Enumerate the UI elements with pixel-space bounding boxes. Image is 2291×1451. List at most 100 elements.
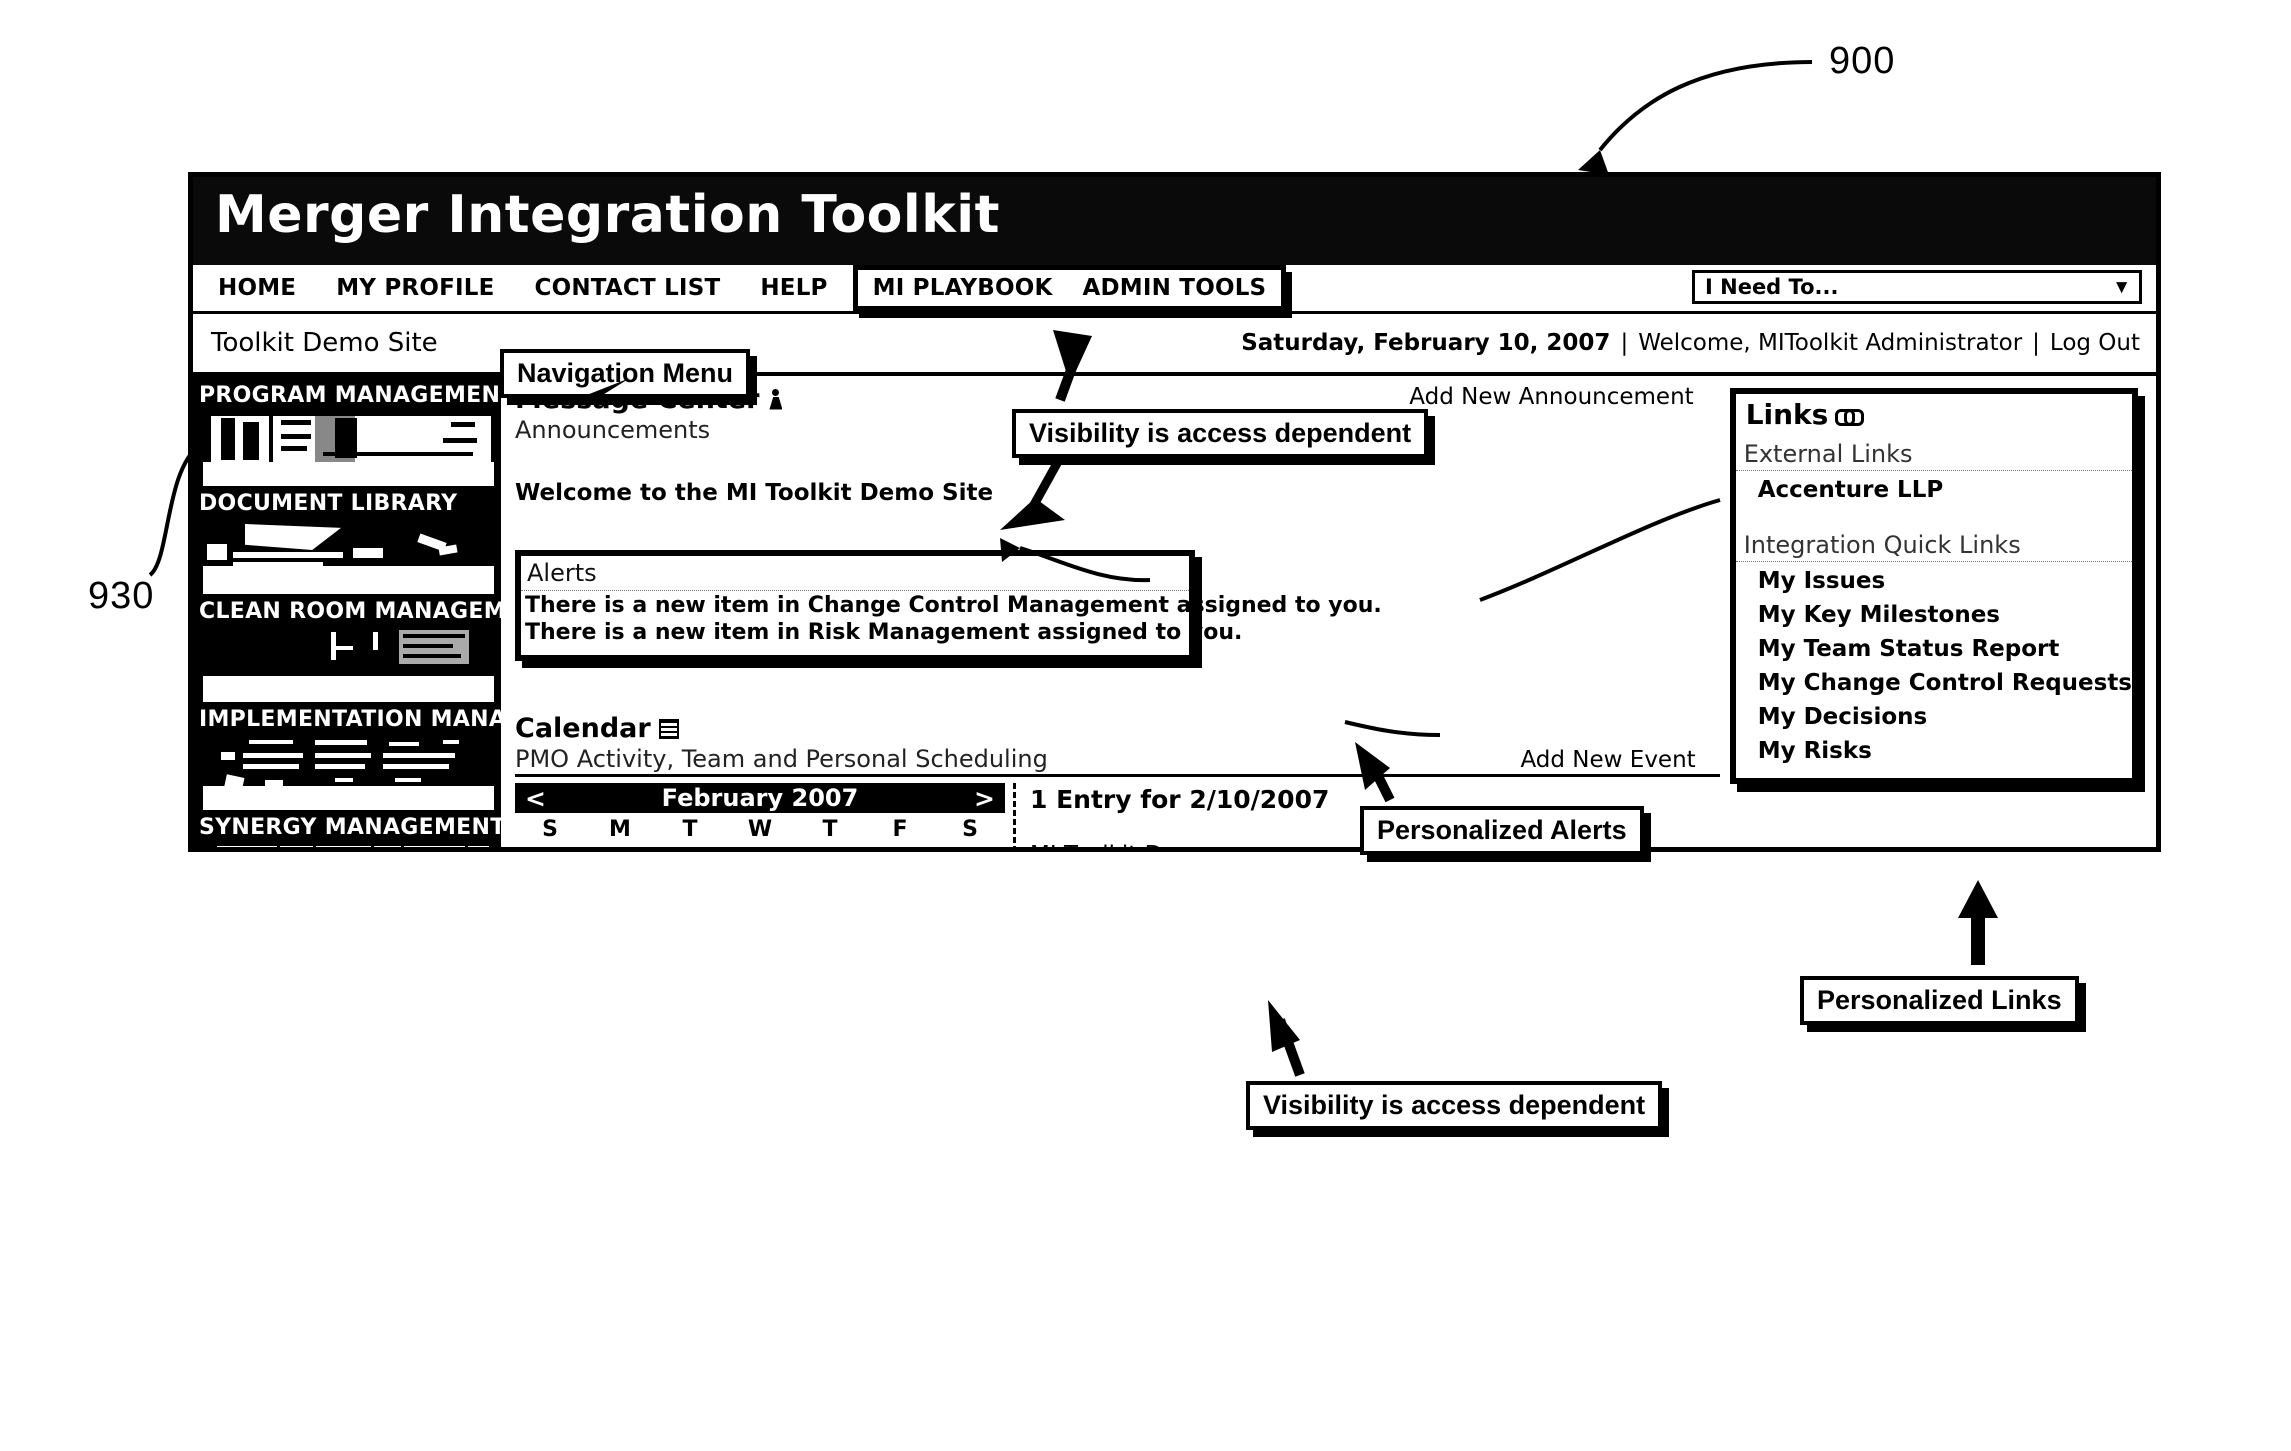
calendar-subheader: PMO Activity, Team and Personal Scheduli…: [515, 744, 1720, 777]
nav-item-my-profile[interactable]: MY PROFILE: [321, 265, 509, 311]
sidebar-item-program-management[interactable]: PROGRAM MANAGEMENT: [193, 380, 516, 486]
i-need-to-dropdown[interactable]: I Need To... ▼: [1692, 270, 2142, 304]
add-new-event-link[interactable]: Add New Event: [1520, 747, 1695, 773]
callout-navigation-menu: Navigation Menu: [500, 349, 751, 399]
sidebar-item-clean-room-management[interactable]: CLEAN ROOM MANAGEMENT: [193, 596, 556, 702]
calendar-week-row: 1 2 3: [515, 844, 1005, 847]
sidebar-label: PROGRAM MANAGEMENT: [199, 383, 516, 408]
alerts-panel: Alerts There is a new item in Change Con…: [515, 550, 1382, 661]
message-center-subtitle: Announcements: [515, 416, 711, 444]
nav-restricted-group: MI PLAYBOOK ADMIN TOOLS: [852, 265, 1287, 311]
calendar-next-month-button[interactable]: >: [974, 786, 995, 811]
sidebar-item-document-library[interactable]: DOCUMENT LIBRARY: [193, 488, 498, 594]
link-item-my-change-control-requests[interactable]: My Change Control Requests: [1736, 664, 2132, 698]
sidebar-item-implementation-management[interactable]: IMPLEMENTATION MANAGEMENT: [193, 704, 612, 810]
sidebar-thumbnail-document-library: [203, 520, 494, 594]
links-panel: Links External Links Accenture LLP Integ…: [1729, 388, 2138, 784]
link-item-my-key-milestones[interactable]: My Key Milestones: [1736, 596, 2132, 630]
refnum-900: 900: [1829, 40, 1896, 82]
weekday-sun: S: [542, 817, 558, 842]
sidebar-label: CLEAN ROOM MANAGEMENT: [199, 599, 556, 624]
weekday-thu: T: [822, 817, 838, 842]
sidebar-thumbnail-clean-room-management: [203, 628, 494, 702]
weekday-tue: T: [682, 817, 698, 842]
calendar-weekday-row: S M T W T F S: [515, 813, 1005, 844]
sidebar-label: DOCUMENT LIBRARY: [199, 491, 458, 516]
right-column: Links External Links Accenture LLP Integ…: [1720, 376, 2156, 847]
alert-item[interactable]: There is a new item in Change Control Ma…: [521, 591, 1382, 618]
alerts-title: Alerts: [521, 559, 1189, 591]
links-title-row: Links: [1736, 396, 2132, 434]
nav-item-contact-list[interactable]: CONTACT LIST: [520, 265, 736, 311]
calendar-title: Calendar: [515, 713, 651, 744]
message-person-icon: [767, 388, 785, 411]
weekday-fri: F: [892, 817, 908, 842]
welcome-text: Welcome, MIToolkit Administrator: [1638, 330, 2023, 356]
calendar-day[interactable]: [725, 844, 795, 847]
navigation-menu: HOME MY PROFILE CONTACT LIST HELP MI PLA…: [193, 265, 2156, 314]
calendar-title-row: Calendar: [515, 713, 679, 744]
sidebar-thumbnail-synergy-management: [203, 844, 494, 847]
links-group-external-heading: External Links: [1735, 434, 2132, 471]
current-date: Saturday, February 10, 2007: [1241, 330, 1611, 356]
nav-item-home[interactable]: HOME: [203, 265, 311, 311]
calendar-grid-icon: [658, 718, 679, 739]
calendar-prev-month-button[interactable]: <: [525, 786, 546, 811]
calendar-month-bar: < February 2007 >: [515, 783, 1005, 813]
masthead: Merger Integration Toolkit: [193, 177, 2156, 265]
calendar-day[interactable]: 3: [935, 844, 1005, 847]
weekday-sat: S: [962, 817, 978, 842]
chevron-down-icon: ▼: [2112, 276, 2131, 298]
link-item-accenture-llp[interactable]: Accenture LLP: [1736, 471, 2132, 505]
nav-item-admin-tools[interactable]: ADMIN TOOLS: [1068, 270, 1282, 306]
callout-visibility-access-calendar: Visibility is access dependent: [1246, 1081, 1663, 1131]
nav-item-mi-playbook[interactable]: MI PLAYBOOK: [858, 270, 1068, 306]
sub-header: Toolkit Demo Site Saturday, February 10,…: [193, 314, 2156, 376]
link-item-my-issues[interactable]: My Issues: [1736, 562, 2132, 596]
site-name: Toolkit Demo Site: [211, 328, 438, 358]
user-bar: Saturday, February 10, 2007 | Welcome, M…: [1241, 330, 2140, 356]
calendar-day[interactable]: [515, 844, 585, 847]
refnum-930: 930: [88, 575, 155, 617]
weekday-mon: M: [609, 817, 631, 842]
calendar-entry-item[interactable]: MI Toolkit Demo: [1030, 842, 1329, 847]
alert-item[interactable]: There is a new item in Risk Management a…: [521, 618, 1242, 645]
link-item-my-decisions[interactable]: My Decisions: [1736, 698, 2132, 732]
calendar-day[interactable]: [585, 844, 655, 847]
calendar-entries-title: 1 Entry for 2/10/2007: [1030, 785, 1330, 814]
add-new-announcement-link[interactable]: Add New Announcement: [1409, 384, 1693, 410]
log-out-link[interactable]: Log Out: [2050, 330, 2140, 356]
sidebar-thumbnail-program-management: [203, 412, 494, 486]
nav-item-help[interactable]: HELP: [745, 265, 842, 311]
separator-2: |: [2032, 330, 2040, 356]
calendar-day[interactable]: [655, 844, 725, 847]
calendar-entries: 1 Entry for 2/10/2007 MI Toolkit Demo: [1030, 783, 1330, 847]
callout-personalized-alerts: Personalized Alerts: [1360, 806, 1644, 856]
application-window: Merger Integration Toolkit HOME MY PROFI…: [188, 172, 2161, 852]
nav-items: HOME MY PROFILE CONTACT LIST HELP MI PLA…: [193, 265, 1287, 311]
callout-personalized-links: Personalized Links: [1800, 976, 2079, 1026]
calendar-subtitle: PMO Activity, Team and Personal Scheduli…: [515, 745, 1048, 773]
links-title: Links: [1745, 398, 1829, 431]
calendar-header: Calendar: [515, 713, 1720, 744]
sidebar-item-synergy-management[interactable]: SYNERGY MANAGEMENT: [193, 812, 505, 847]
calendar-day[interactable]: 1: [795, 844, 865, 847]
calendar-month-label: February 2007: [661, 784, 859, 812]
sidebar-label: IMPLEMENTATION MANAGEMENT: [199, 707, 612, 732]
calendar-grid: S M T W T F S: [515, 813, 1005, 847]
i-need-to-label: I Need To...: [1705, 275, 1839, 299]
announcement-item[interactable]: Welcome to the MI Toolkit Demo Site: [515, 480, 1720, 506]
callout-visibility-access-nav: Visibility is access dependent: [1012, 409, 1429, 459]
app-title: Merger Integration Toolkit: [215, 185, 1000, 245]
links-group-quick-heading: Integration Quick Links: [1735, 525, 2132, 562]
calendar-divider: [1013, 783, 1016, 847]
weekday-wed: W: [747, 817, 773, 842]
sidebar-thumbnail-implementation-management: [203, 736, 494, 810]
sidebar-navigation: PROGRAM MANAGEMENT DOCUMENT LIBRARY CLEA…: [193, 376, 612, 847]
calendar-day[interactable]: 2: [865, 844, 935, 847]
link-item-my-team-status-report[interactable]: My Team Status Report: [1736, 630, 2132, 664]
link-item-my-risks[interactable]: My Risks: [1736, 732, 2132, 766]
separator-1: |: [1620, 330, 1629, 356]
chain-link-icon: [1835, 406, 1865, 426]
calendar-month-view: < February 2007 > S M T W T F S: [515, 783, 1005, 847]
